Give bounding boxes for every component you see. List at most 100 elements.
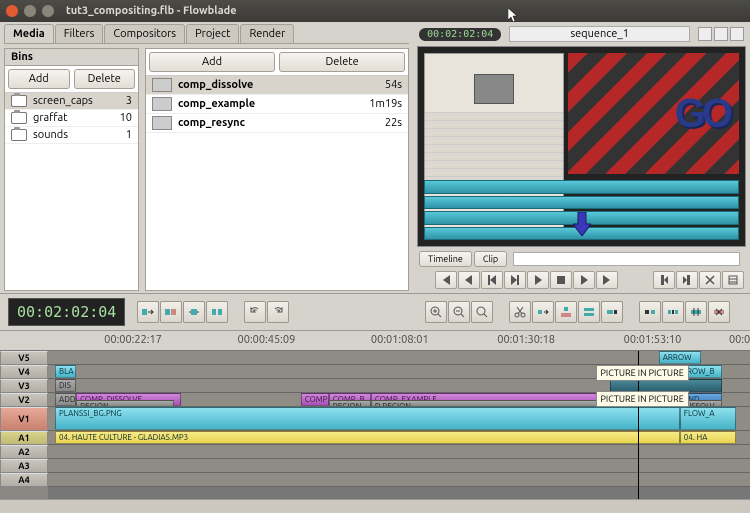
clip[interactable]: DIS — [55, 379, 76, 392]
lift-button[interactable] — [555, 301, 577, 323]
insert-range-button[interactable] — [662, 301, 684, 323]
media-delete-button[interactable]: Delete — [279, 52, 405, 72]
next-frame-button[interactable] — [573, 271, 595, 289]
clip[interactable]: COMP — [301, 393, 329, 406]
track-a2[interactable] — [48, 445, 750, 459]
bin-row[interactable]: screen_caps3 — [5, 93, 138, 110]
tab-project[interactable]: Project — [186, 24, 239, 43]
track-a1[interactable]: 04. HAUTE CULTURE - GLADIAS.MP304. HA — [48, 431, 750, 445]
track-header-a1[interactable]: A1 — [0, 431, 48, 445]
cut-button[interactable] — [509, 301, 531, 323]
media-row[interactable]: comp_example1m19s — [146, 95, 408, 114]
media-list[interactable]: comp_dissolve54scomp_example1m19scomp_re… — [146, 76, 408, 290]
clip[interactable]: REGION — [329, 400, 371, 407]
goto-end-button[interactable] — [596, 271, 618, 289]
clip[interactable]: ARROW — [659, 351, 701, 364]
tab-media[interactable]: Media — [4, 24, 54, 43]
next-button[interactable] — [504, 271, 526, 289]
track-header-v4[interactable]: V4 — [0, 365, 48, 379]
media-row[interactable]: comp_dissolve54s — [146, 76, 408, 95]
arrow-down-graphic — [573, 212, 591, 236]
insert-mode-button[interactable] — [137, 301, 159, 323]
clip[interactable]: D REGION — [371, 400, 603, 407]
view-layout-button[interactable] — [722, 271, 744, 289]
three-point-button[interactable] — [685, 301, 707, 323]
prev-button[interactable] — [481, 271, 503, 289]
track-header-a3[interactable]: A3 — [0, 459, 48, 473]
timeline-tc: 00:02:02:04 — [8, 298, 125, 326]
clip[interactable]: 04. HAUTE CULTURE - GLADIAS.MP3 — [55, 431, 680, 444]
track-header-v5[interactable]: V5 — [0, 351, 48, 365]
bin-row[interactable]: graffat10 — [5, 110, 138, 127]
play-button[interactable] — [527, 271, 549, 289]
mark-in-button[interactable] — [653, 271, 675, 289]
overwrite-range-button[interactable] — [639, 301, 661, 323]
clip[interactable]: BLA — [55, 365, 76, 378]
timeline-toolbar: 00:02:02:04 — [0, 294, 750, 331]
window-close-button[interactable] — [6, 5, 18, 17]
media-row[interactable]: comp_resync22s — [146, 114, 408, 133]
track-header-a4[interactable]: A4 — [0, 473, 48, 487]
media-thumb — [152, 116, 172, 130]
clip[interactable]: FLOW_A — [680, 407, 736, 430]
track-v1[interactable]: PLANSSI_BG.PNGFLOW_A — [48, 407, 750, 431]
redo-button[interactable] — [267, 301, 289, 323]
splice-out-button[interactable] — [532, 301, 554, 323]
bins-list[interactable]: screen_caps3graffat10sounds1 — [5, 93, 138, 290]
track-header-v2[interactable]: V2 — [0, 393, 48, 407]
resync-button[interactable] — [578, 301, 600, 323]
prev-frame-button[interactable] — [458, 271, 480, 289]
trim-mode-button[interactable] — [183, 301, 205, 323]
tab-filters[interactable]: Filters — [55, 24, 104, 43]
clip-mode-button[interactable]: Clip — [474, 251, 507, 267]
media-thumb — [152, 97, 172, 111]
ruler-time: 00:01:53:10 — [624, 334, 682, 346]
tab-render[interactable]: Render — [240, 24, 294, 43]
delete-range-button[interactable] — [708, 301, 730, 323]
status-bar — [0, 499, 750, 513]
zoom-fit-button[interactable] — [471, 301, 493, 323]
layout-icon-2[interactable] — [714, 27, 728, 41]
timeline[interactable]: 00:00:22:1700:00:45:0900:01:08:0100:01:3… — [0, 331, 750, 499]
bin-count: 3 — [126, 95, 132, 107]
window-maximize-button[interactable] — [42, 5, 54, 17]
window-minimize-button[interactable] — [24, 5, 36, 17]
bins-add-button[interactable]: Add — [8, 69, 70, 89]
clip[interactable]: ADD — [55, 393, 76, 406]
sequence-name[interactable]: sequence_1 — [509, 26, 690, 42]
clip[interactable]: 04. HA — [680, 431, 736, 444]
clip[interactable]: PLANSSI_BG.PNG — [55, 407, 680, 430]
clip[interactable]: REGION — [76, 400, 174, 407]
clear-marks-button[interactable] — [699, 271, 721, 289]
bins-title: Bins — [5, 49, 138, 66]
bin-row[interactable]: sounds1 — [5, 127, 138, 144]
track-header-v3[interactable]: V3 — [0, 379, 48, 393]
media-name: comp_dissolve — [178, 79, 385, 91]
mark-out-button[interactable] — [676, 271, 698, 289]
zoom-out-button[interactable] — [448, 301, 470, 323]
monitor-tc: 00:02:02:04 — [419, 28, 501, 41]
overwrite-mode-button[interactable] — [160, 301, 182, 323]
media-name: comp_example — [178, 98, 369, 110]
preview-logo: GO — [675, 91, 729, 136]
track-header-v1[interactable]: V1 — [0, 407, 48, 431]
stop-button[interactable] — [550, 271, 572, 289]
media-add-button[interactable]: Add — [149, 52, 275, 72]
roll-mode-button[interactable] — [206, 301, 228, 323]
track-a4[interactable] — [48, 473, 750, 487]
tab-compositors[interactable]: Compositors — [104, 24, 185, 43]
monitor-scrubber[interactable] — [513, 252, 740, 266]
layout-icon-1[interactable] — [698, 27, 712, 41]
append-button[interactable] — [601, 301, 623, 323]
undo-button[interactable] — [244, 301, 266, 323]
goto-start-button[interactable] — [435, 271, 457, 289]
zoom-in-button[interactable] — [425, 301, 447, 323]
bin-count: 1 — [126, 129, 132, 141]
timeline-mode-button[interactable]: Timeline — [419, 251, 472, 267]
preview-monitor[interactable]: GO — [417, 46, 746, 247]
track-v5[interactable]: ARROW — [48, 351, 750, 365]
track-a3[interactable] — [48, 459, 750, 473]
layout-icon-3[interactable] — [730, 27, 744, 41]
track-header-a2[interactable]: A2 — [0, 445, 48, 459]
bins-delete-button[interactable]: Delete — [74, 69, 136, 89]
